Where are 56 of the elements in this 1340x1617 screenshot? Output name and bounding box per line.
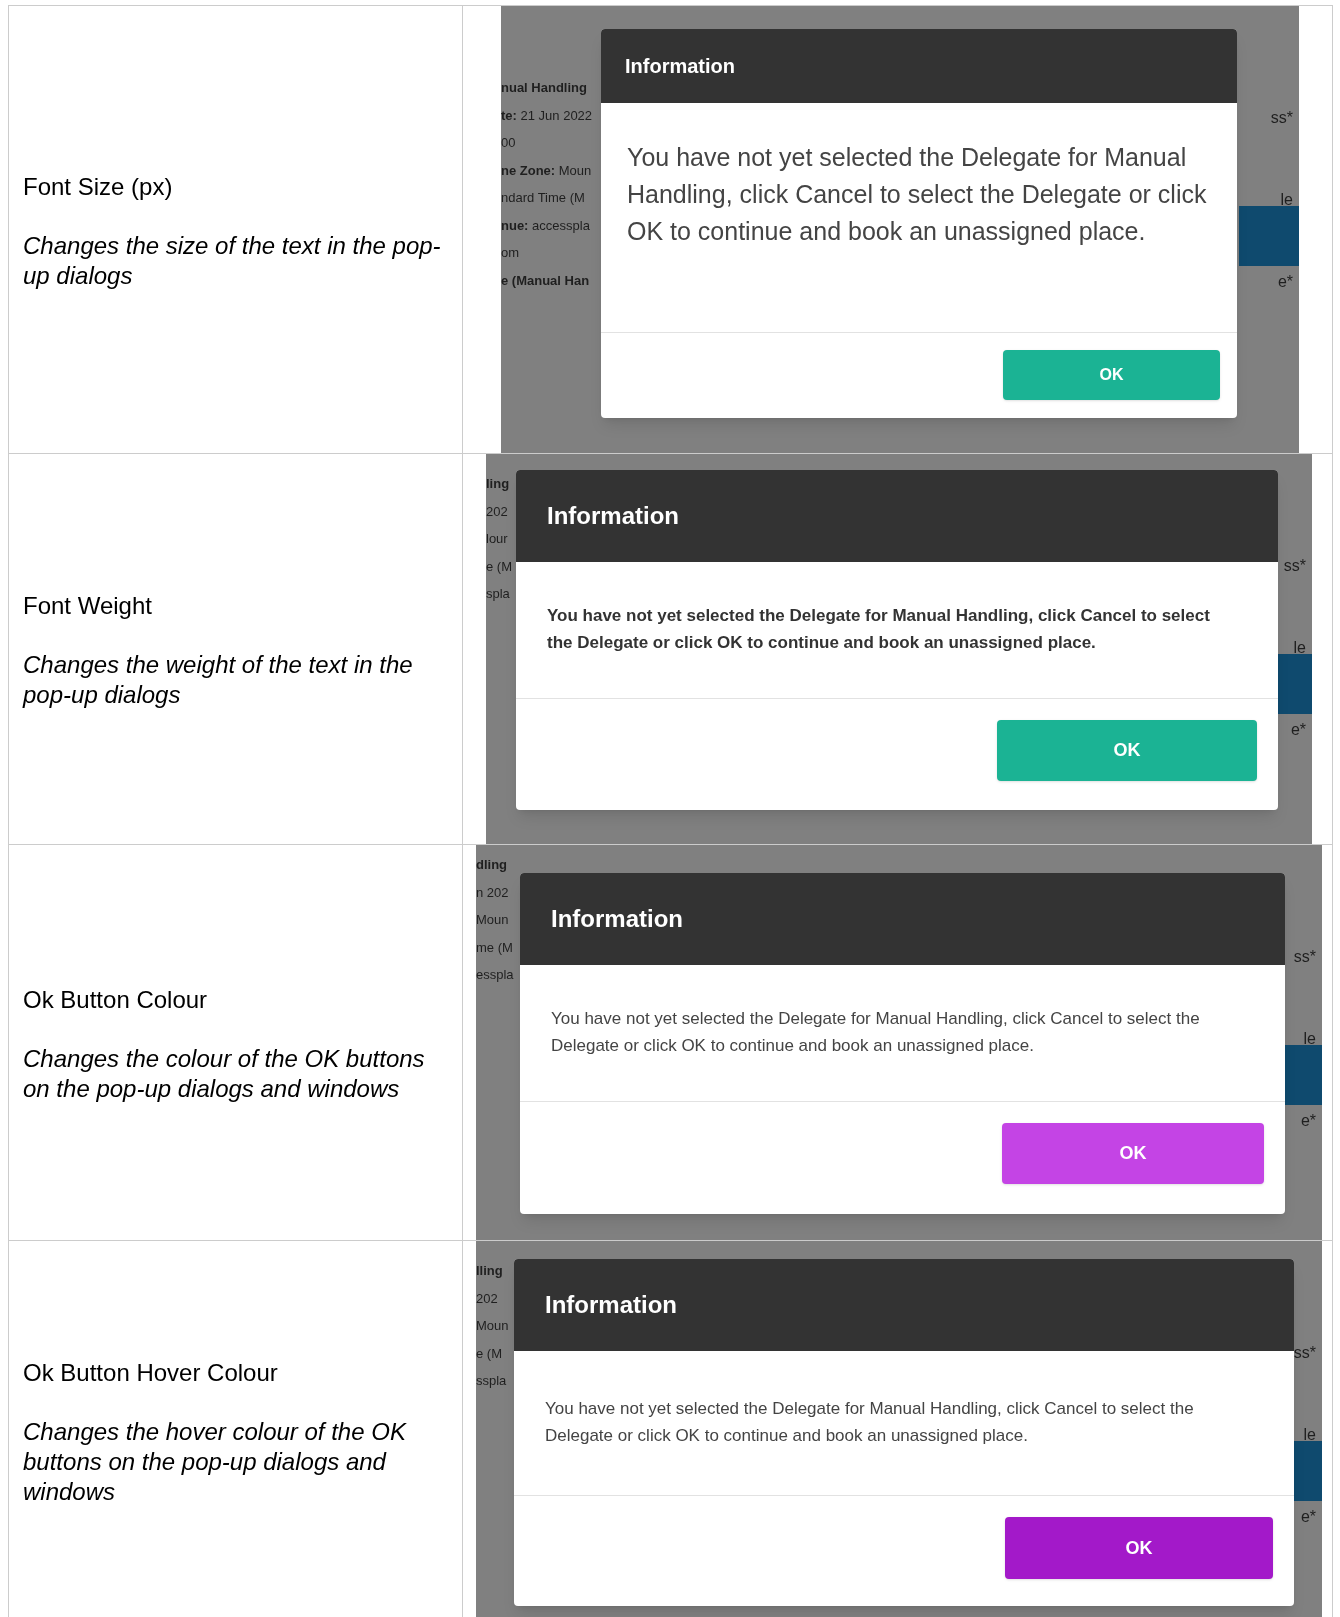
text-fragment: ss* [1293,947,1317,967]
text-fragment: lour [486,530,509,548]
text-fragment: Moun [476,1317,510,1335]
dialog-message: You have not yet selected the Delegate for Manual Handling, click Cancel to select the Delegate or click OK to continue and book an unassigned place. [551,1008,1201,1057]
text-fragment: lling [476,1262,504,1280]
setting-description: Changes the hover colour of the OK buttons on the pop-up dialogs and windows [23,1417,408,1507]
ok-button[interactable]: OK [997,720,1257,781]
text-fragment: e (M [486,557,513,576]
setting-description: Changes the size of the text in the pop-up dialogs [23,230,442,291]
text-fragment: le [1280,190,1294,210]
text-fragment: esspla [476,966,515,984]
dialog-message: You have not yet selected the Delegate for Manual Handling, click Cancel to select the Delegate or click OK to continue and book an unassigned place. [627,142,1207,247]
text-fragment: dling [476,856,509,874]
text-fragment: ss* [1270,108,1294,128]
text-fragment: e* [1277,272,1294,292]
text-fragment: ling [486,475,511,493]
setting-label: Font Weight [23,591,153,621]
text-fragment: e* [1290,720,1307,740]
text-fragment: ss* [1293,1343,1317,1363]
text-fragment: om [501,244,521,262]
text-fragment: e* [1300,1507,1317,1527]
text-fragment: e (M [476,1344,503,1363]
ok-button[interactable]: OK [1005,1517,1273,1579]
dialog-title: Information [520,873,1285,965]
setting-label: Font Size (px) [23,171,174,202]
text-fragment: nual Handling [501,79,588,97]
button-fragment [1239,206,1299,266]
text-fragment: ndard Time (M [501,189,586,207]
text-fragment: Moun [476,911,510,929]
text-fragment: 00 [501,134,517,152]
text-fragment: e* [1300,1111,1317,1131]
text-fragment: nue: accesspla [501,216,591,235]
text-fragment: te: 21 Jun 2022 [501,106,594,125]
ok-button[interactable]: OK [1002,1123,1264,1184]
text-fragment: n 202 [476,883,510,902]
dialog-title: Information [601,29,1237,103]
text-fragment: le [1303,1425,1317,1445]
dialog-message: You have not yet selected the Delegate for Manual Handling, click Cancel to select the Delegate or click OK to continue and book an unassigned place. [545,1398,1195,1447]
text-fragment: spla [486,585,511,603]
text-fragment: me (M [476,938,514,957]
dialog-title: Information [514,1259,1294,1351]
dialog-message: You have not yet selected the Delegate for Manual Handling, click Cancel to select the Delegate or click OK to continue and book an unassigned place. [547,605,1211,654]
ok-button[interactable]: OK [1003,350,1220,400]
text-fragment: le [1293,638,1307,658]
setting-label: Ok Button Colour [23,984,209,1015]
text-fragment: ne Zone: Moun [501,161,593,180]
text-fragment: 202 [486,502,509,521]
text-fragment: 202 [476,1289,499,1308]
text-fragment: sspla [476,1372,508,1390]
setting-description: Changes the weight of the text in the pop-up dialogs [23,650,414,710]
setting-label: Ok Button Hover Colour [23,1358,279,1388]
text-fragment: le [1303,1029,1317,1049]
setting-description: Changes the colour of the OK buttons on the pop-up dialogs and windows [23,1043,426,1104]
dialog-title: Information [516,470,1278,562]
text-fragment: e (Manual Han [501,271,591,290]
text-fragment: ss* [1283,556,1307,576]
